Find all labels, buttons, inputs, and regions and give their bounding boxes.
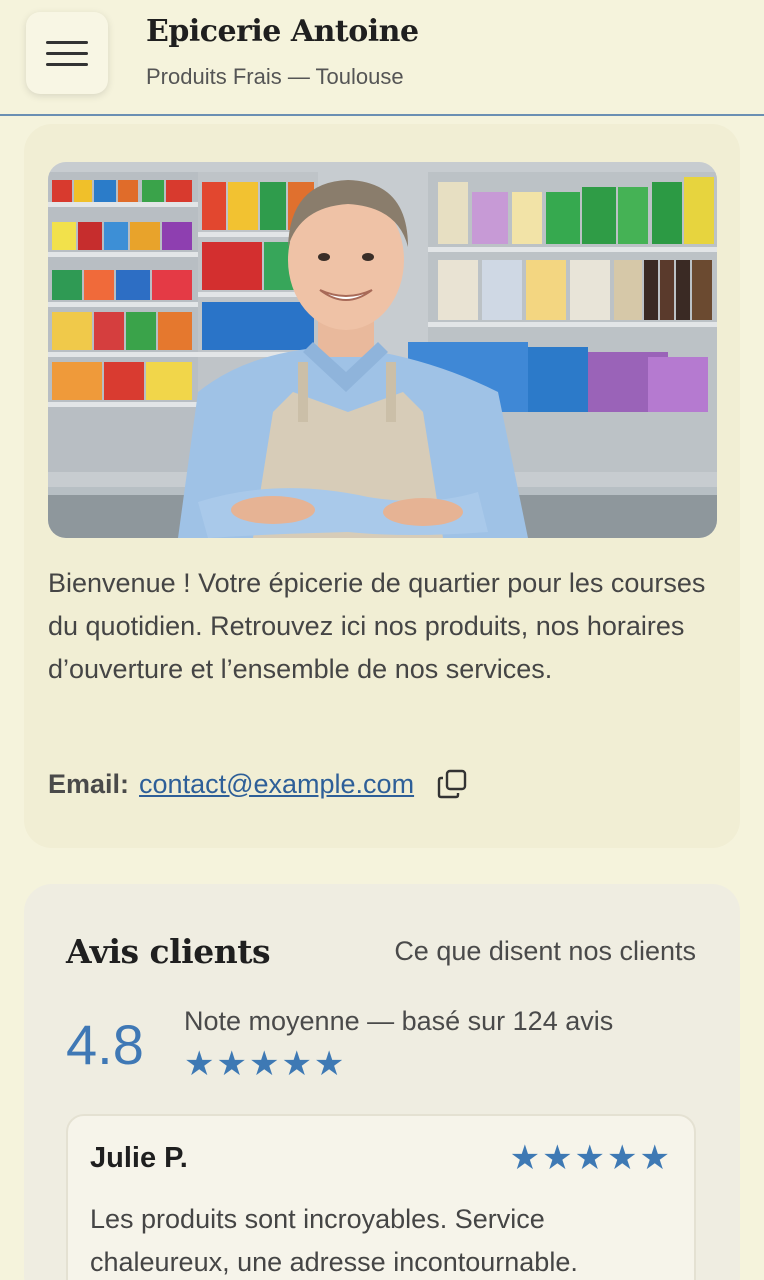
email-link[interactable]: contact@example.com xyxy=(139,769,414,800)
reviews-card: Avis clients Ce que disent nos clients 4… xyxy=(24,884,740,1280)
average-rating-label: Note moyenne — basé sur 124 avis xyxy=(184,1006,614,1036)
review-text: Les produits sont incroyables. Service c… xyxy=(90,1204,578,1277)
copy-icon-graphic xyxy=(437,769,467,799)
app-header: Epicerie Antoine Produits Frais — Toulou… xyxy=(0,0,764,116)
reviewer-name: Julie P. xyxy=(90,1142,188,1174)
intro-card: Bienvenue ! Votre épicerie de quartier p… xyxy=(24,124,740,848)
store-subtitle: Produits Frais — Toulouse xyxy=(146,64,404,89)
photo-illustration xyxy=(48,162,717,538)
hamburger-menu-button[interactable] xyxy=(26,12,108,94)
menu-bar xyxy=(46,51,88,55)
email-row: Email: contact@example.com xyxy=(48,768,468,800)
menu-bar xyxy=(46,62,88,66)
average-star-icons: ★★★★★ xyxy=(184,1045,347,1083)
reviews-subtitle: Ce que disent nos clients xyxy=(394,936,696,966)
shopkeeper-photo xyxy=(48,162,717,538)
review-item: Julie P. ★★★★★ Les produits sont incroya… xyxy=(66,1114,696,1280)
store-title: Epicerie Antoine xyxy=(146,14,419,49)
menu-bar xyxy=(46,40,88,44)
copy-icon[interactable] xyxy=(436,768,468,800)
review-star-icons: ★★★★★ xyxy=(509,1139,672,1177)
reviews-title: Avis clients xyxy=(66,932,271,971)
email-label: Email: xyxy=(48,768,130,799)
average-rating: 4.8 xyxy=(66,1013,144,1076)
intro-text: Bienvenue ! Votre épicerie de quartier p… xyxy=(48,568,706,684)
